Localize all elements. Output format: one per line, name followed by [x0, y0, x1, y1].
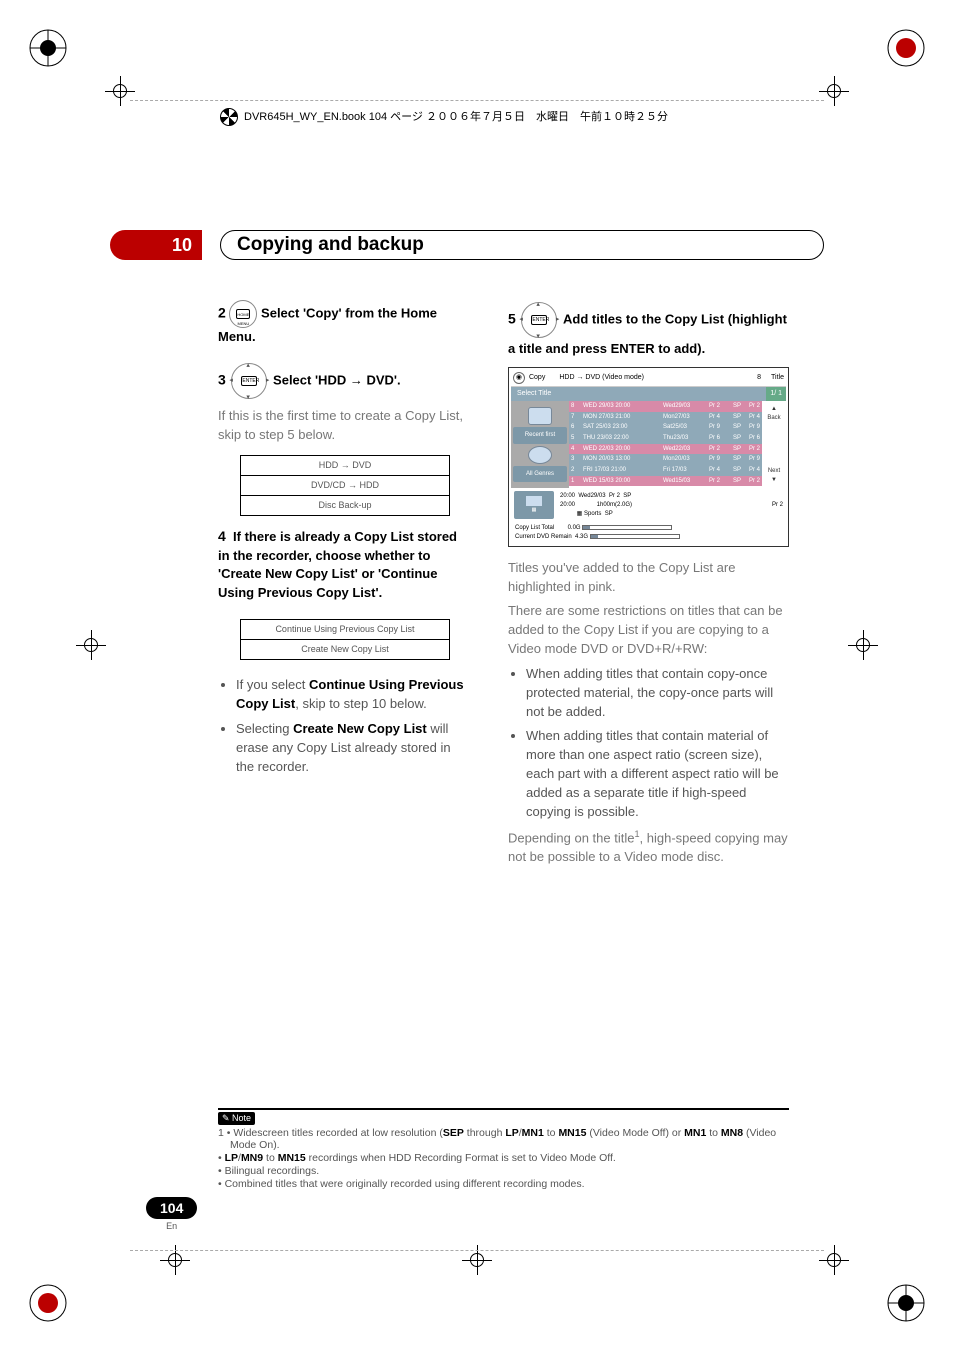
screenshot-detail: ▦ 20:00 Wed29/03 Pr 2 SP 20:00 1h00m(2.0…: [511, 488, 786, 522]
note-label: Note: [218, 1112, 255, 1125]
print-mark-icon: [28, 1283, 68, 1323]
table-row: 1WED 15/03 20:00Wed15/03Pr 2SPPr 2: [569, 476, 762, 487]
thumbnail-icon: ▦: [514, 491, 554, 519]
print-mark-icon: [886, 1283, 926, 1323]
copy-list-screenshot: ◉ Copy HDD → DVD (Video mode) 8 Title Se…: [508, 367, 789, 547]
content-columns: 2 HOME MENU Select 'Copy' from the Home …: [218, 300, 789, 1051]
print-mark-icon: [886, 28, 926, 68]
copy-direction-menu: HDD → DVD DVD/CD → HDD Disc Back-up: [240, 455, 450, 516]
table-row: 3MON 20/03 13:00Mon20/03Pr 9SPPr 9: [569, 454, 762, 465]
list-item: When adding titles that contain copy-onc…: [526, 665, 789, 722]
menu-item: Create New Copy List: [241, 640, 449, 659]
step-3: 3 ENTER ▴▾ ◂▸ Select 'HDD → DVD'.: [218, 361, 472, 401]
registration-mark-icon: [76, 630, 106, 660]
step-5: 5 ENTER ▴▾ ◂▸ Add titles to the Copy Lis…: [508, 300, 789, 359]
restrictions-intro: There are some restrictions on titles th…: [508, 602, 789, 659]
footnote-section: Note 1 • Widescreen titles recorded at l…: [218, 1108, 789, 1191]
table-row: 7MON 27/03 21:00Mon27/03Pr 4SPPr 4: [569, 412, 762, 423]
footnote-item: • Combined titles that were originally r…: [218, 1178, 789, 1190]
chapter-number: 10: [110, 230, 202, 260]
restrictions-list: When adding titles that contain copy-onc…: [508, 665, 789, 822]
copy-list-choice-menu: Continue Using Previous Copy List Create…: [240, 619, 450, 660]
registration-mark-icon: [848, 630, 878, 660]
enter-navpad-icon: ENTER ▴▾ ◂▸: [519, 300, 559, 340]
menu-item: DVD/CD → HDD: [241, 476, 449, 496]
table-row: 8WED 29/03 20:00Wed29/03Pr 2SPPr 2: [569, 401, 762, 412]
genre-icon: [528, 446, 552, 464]
footnote-item: • LP/MN9 to MN15 recordings when HDD Rec…: [218, 1152, 789, 1164]
table-row: 4WED 22/03 20:00Wed22/03Pr 2SPPr 2: [569, 444, 762, 455]
home-menu-button-icon: HOME MENU: [229, 300, 257, 328]
enter-navpad-icon: ENTER ▴▾ ◂▸: [229, 361, 269, 401]
table-row: 6SAT 25/03 23:00Sat25/03Pr 9SPPr 9: [569, 422, 762, 433]
chapter-bar: 10 Copying and backup: [110, 230, 824, 260]
menu-item: HDD → DVD: [241, 456, 449, 476]
chapter-title: Copying and backup: [220, 230, 824, 260]
step-4: 4 If there is already a Copy List stored…: [218, 526, 472, 603]
list-item: Selecting Create New Copy List will eras…: [236, 720, 472, 777]
table-row: 5THU 23/03 22:00Thu23/03Pr 6SPPr 6: [569, 433, 762, 444]
screenshot-nav: ▲Back Next▼: [762, 401, 786, 488]
table-row: 2FRI 17/03 21:00Fri 17/03Pr 4SPPr 4: [569, 465, 762, 476]
hdd-icon: [528, 407, 552, 425]
step-4-bullets: If you select Continue Using Previous Co…: [218, 676, 472, 776]
footnote-item: 1 • Widescreen titles recorded at low re…: [218, 1127, 789, 1151]
page-number: 104 En: [146, 1197, 197, 1231]
menu-item: Disc Back-up: [241, 496, 449, 515]
step-3-note: If this is the first time to create a Co…: [218, 407, 472, 445]
footnote-item: • Bilingual recordings.: [218, 1165, 789, 1177]
list-item: If you select Continue Using Previous Co…: [236, 676, 472, 714]
page: DVR645H_WY_EN.book 104 ページ ２００６年７月５日 水曜日…: [0, 0, 954, 1351]
screenshot-sidebar: Recent first All Genres: [511, 401, 569, 488]
list-item: When adding titles that contain material…: [526, 727, 789, 821]
right-column: 5 ENTER ▴▾ ◂▸ Add titles to the Copy Lis…: [508, 300, 789, 1051]
disc-icon: ◉: [513, 372, 525, 384]
step-2: 2 HOME MENU Select 'Copy' from the Home …: [218, 300, 472, 347]
copy-list-note: Titles you've added to the Copy List are…: [508, 559, 789, 597]
screenshot-stats: Copy List Total 0.0G Current DVD Remain …: [511, 522, 786, 543]
screenshot-title-list: 8WED 29/03 20:00Wed29/03Pr 2SPPr 27MON 2…: [569, 401, 762, 488]
highspeed-note: Depending on the title1, high-speed copy…: [508, 828, 789, 867]
left-column: 2 HOME MENU Select 'Copy' from the Home …: [218, 300, 472, 1051]
menu-item: Continue Using Previous Copy List: [241, 620, 449, 640]
print-mark-icon: [28, 28, 68, 68]
